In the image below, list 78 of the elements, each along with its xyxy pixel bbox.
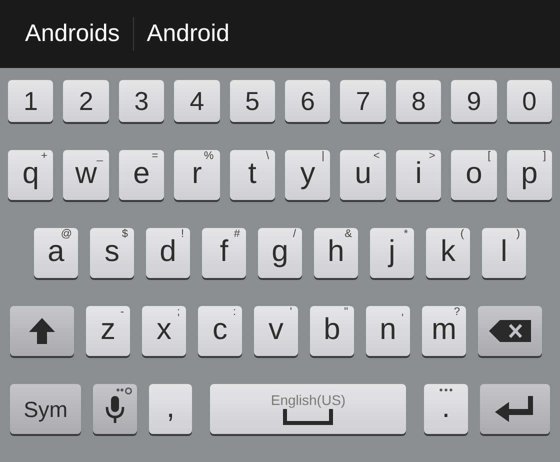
key[interactable]: 1 xyxy=(8,80,54,122)
key[interactable]: g/ xyxy=(258,228,302,278)
backspace-icon xyxy=(489,320,531,342)
more-dots-icon xyxy=(439,388,454,392)
period-key[interactable]: . xyxy=(424,384,468,434)
key[interactable]: q+ xyxy=(8,150,54,200)
suggestion-item[interactable]: Androids xyxy=(12,9,133,59)
key[interactable]: r% xyxy=(174,150,220,200)
key-hint: = xyxy=(152,151,158,162)
key[interactable]: d! xyxy=(146,228,190,278)
key-hint: ! xyxy=(180,229,184,240)
key[interactable]: 9 xyxy=(451,80,497,122)
key-hint: < xyxy=(373,151,380,162)
enter-key[interactable] xyxy=(480,384,550,434)
key[interactable]: n, xyxy=(366,306,410,356)
key[interactable]: e= xyxy=(118,150,164,200)
enter-arrow-icon xyxy=(494,396,535,422)
key[interactable]: u< xyxy=(340,150,386,200)
key[interactable]: l ) xyxy=(482,228,526,278)
key[interactable]: 8 xyxy=(396,80,442,122)
key-hint: | xyxy=(322,151,324,162)
key-hint: , xyxy=(400,307,404,318)
key-hint: @ xyxy=(60,229,72,240)
key[interactable]: o [ xyxy=(451,150,497,200)
key[interactable]: t \ xyxy=(230,150,276,200)
key[interactable]: 5 xyxy=(230,80,276,122)
key-hint: ( xyxy=(460,229,464,240)
key-hint: - xyxy=(120,307,124,318)
shift-key[interactable] xyxy=(10,306,74,356)
space-bar-icon xyxy=(283,409,334,425)
key-hint: ' xyxy=(290,307,292,318)
key[interactable]: 7 xyxy=(340,80,386,122)
key[interactable]: 3 xyxy=(118,80,164,122)
key-hint: % xyxy=(204,151,214,162)
shift-arrow-icon xyxy=(27,316,57,346)
settings-dots-icon xyxy=(116,387,133,395)
voice-input-key[interactable] xyxy=(93,384,137,434)
key-hint: $ xyxy=(122,229,128,240)
key[interactable]: k ( xyxy=(426,228,470,278)
key-hint: ) xyxy=(516,229,520,240)
key-hint: : xyxy=(232,307,236,318)
backspace-key[interactable] xyxy=(478,306,542,356)
key[interactable]: , xyxy=(148,384,192,434)
key-hint: ] xyxy=(543,151,546,162)
key[interactable]: f # xyxy=(202,228,246,278)
key[interactable]: w_ xyxy=(63,150,109,200)
key[interactable]: b" xyxy=(310,306,354,356)
key-hint: \ xyxy=(266,151,270,162)
key[interactable]: p ] xyxy=(506,150,552,200)
key[interactable]: c : xyxy=(198,306,242,356)
key-hint: _ xyxy=(96,151,103,162)
key[interactable]: z - xyxy=(86,306,130,356)
key-hint: " xyxy=(344,307,348,318)
key-hint: ; xyxy=(176,307,180,318)
key-hint: + xyxy=(40,151,48,162)
key[interactable]: s$ xyxy=(90,228,134,278)
key-hint: * xyxy=(404,229,408,240)
key[interactable]: y | xyxy=(285,150,330,200)
key[interactable]: j * xyxy=(370,228,414,278)
key[interactable]: i > xyxy=(396,150,442,200)
key-hint: & xyxy=(344,229,352,240)
key-hint: [ xyxy=(488,151,491,162)
key-hint: # xyxy=(234,229,240,240)
suggestion-item[interactable]: Android xyxy=(134,9,242,59)
key-hint: > xyxy=(428,151,436,162)
key[interactable]: 6 xyxy=(285,80,330,122)
key[interactable]: v ' xyxy=(254,306,298,356)
key-hint: ? xyxy=(454,307,460,318)
key[interactable]: 0 xyxy=(506,80,552,122)
key[interactable]: m? xyxy=(422,306,466,356)
key-hint: / xyxy=(292,229,296,240)
key[interactable]: h& xyxy=(314,228,358,278)
key[interactable]: x ; xyxy=(142,306,186,356)
key[interactable]: 2 xyxy=(63,80,109,122)
microphone-icon xyxy=(105,394,125,424)
symbols-key[interactable]: Sym xyxy=(10,384,82,434)
key[interactable]: 4 xyxy=(174,80,220,122)
key[interactable]: a@ xyxy=(34,228,78,278)
